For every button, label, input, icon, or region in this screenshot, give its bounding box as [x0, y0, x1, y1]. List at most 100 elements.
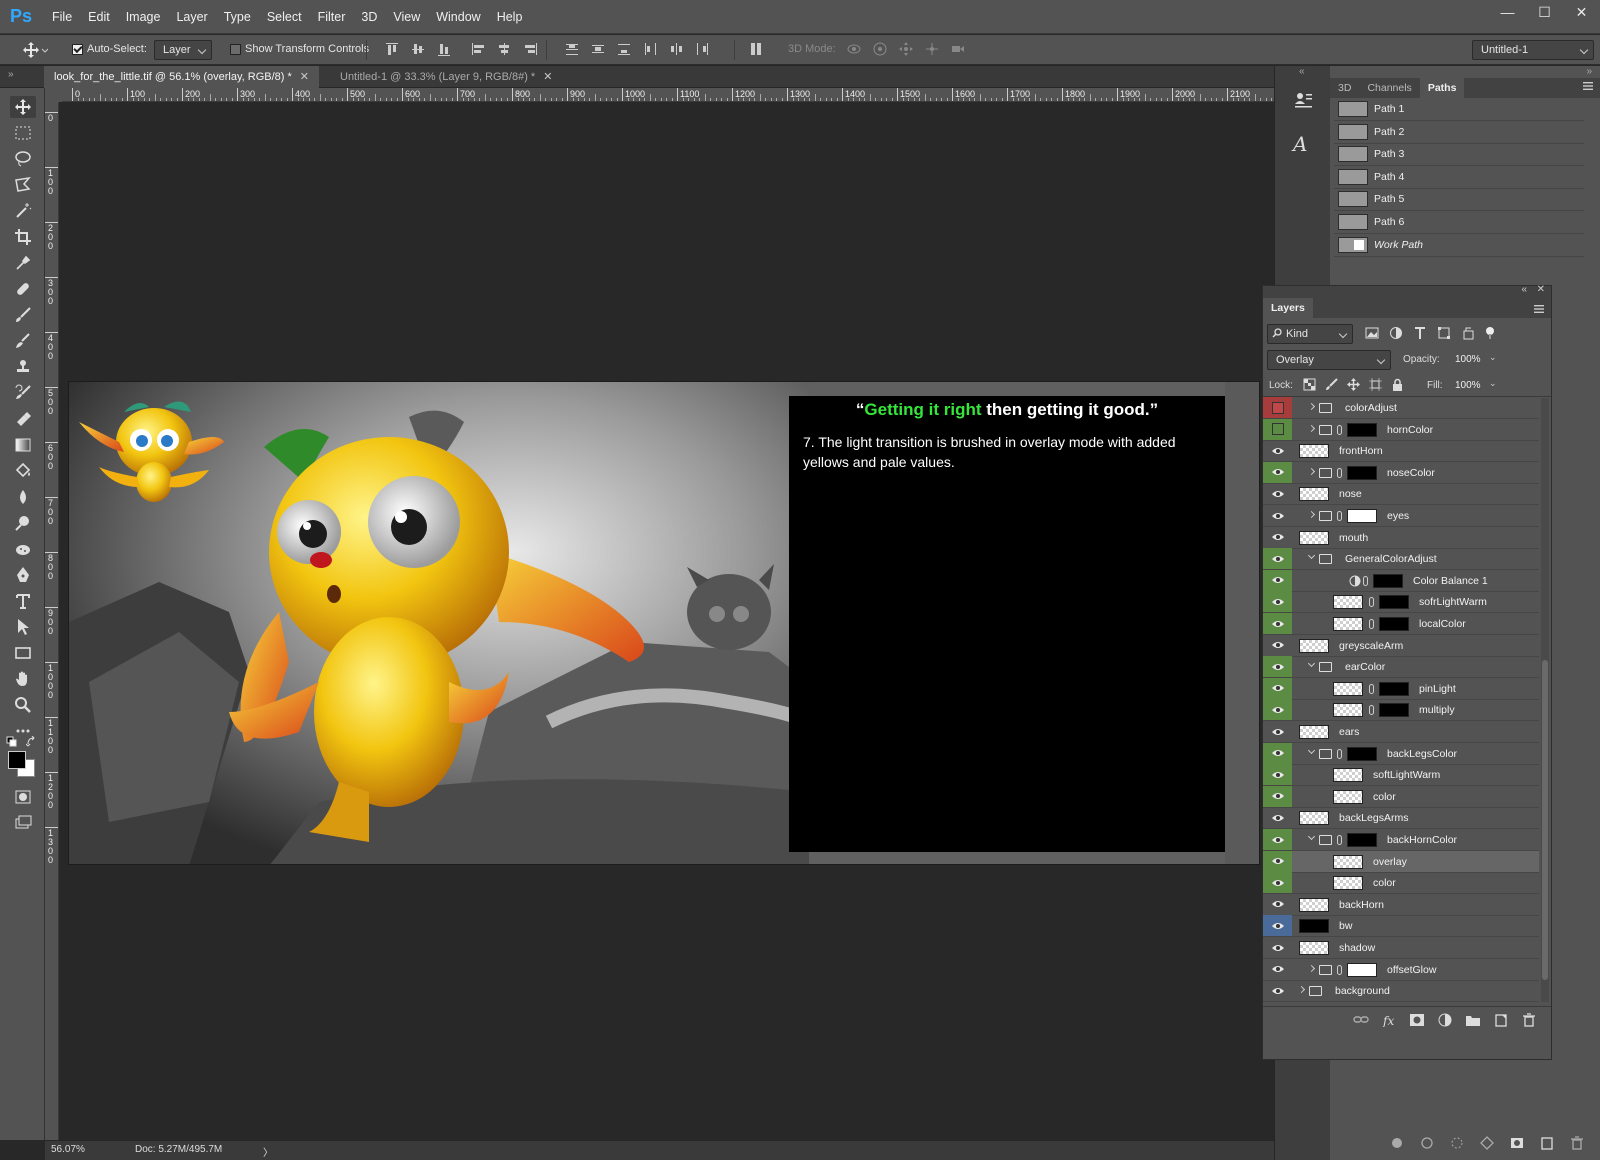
distribute-vcenter-icon[interactable] [590, 41, 606, 57]
expand-chevron-icon[interactable] [1307, 832, 1316, 841]
tab-channels[interactable]: Channels [1359, 78, 1419, 98]
shape-filter-icon[interactable] [1437, 326, 1451, 340]
layer-mask-thumbnail[interactable] [1347, 465, 1377, 480]
distribute-top-icon[interactable] [564, 41, 580, 57]
status-menu-arrow[interactable]: 〉 [263, 1144, 273, 1159]
layer-visibility-toggle[interactable] [1263, 872, 1292, 894]
layer-visibility-toggle[interactable] [1263, 937, 1292, 958]
delete-path-icon[interactable] [1570, 1136, 1584, 1150]
fill-path-icon[interactable] [1390, 1136, 1404, 1150]
zoom-level[interactable]: 56.07% [51, 1144, 85, 1155]
collapsed-chevron-icon[interactable] [1307, 424, 1316, 432]
collapsed-chevron-icon[interactable] [1307, 964, 1316, 972]
expand-chevron-icon[interactable] [1307, 552, 1316, 560]
show-transform-checkbox[interactable]: Show Transform Controls [230, 43, 369, 55]
layer-row[interactable]: softLightWarm [1263, 764, 1539, 787]
menu-image[interactable]: Image [118, 0, 169, 34]
menu-type[interactable]: Type [216, 0, 259, 34]
hand-tool[interactable] [10, 668, 36, 690]
layer-visibility-toggle[interactable] [1263, 505, 1292, 526]
layer-row[interactable]: GeneralColorAdjust [1263, 548, 1539, 571]
layer-mask-thumbnail[interactable] [1379, 681, 1409, 696]
clone-stamp-tool[interactable] [10, 356, 36, 378]
distribute-bottom-icon[interactable] [616, 41, 632, 57]
auto-select-check-icon[interactable] [72, 43, 83, 55]
screen-mode-button[interactable] [10, 812, 36, 834]
layer-mask-thumbnail[interactable] [1347, 833, 1377, 847]
layer-visibility-toggle[interactable] [1263, 418, 1292, 440]
mask-link-icon[interactable] [1337, 835, 1342, 845]
layer-row[interactable]: hornColor [1263, 418, 1539, 441]
mask-link-icon[interactable] [1363, 575, 1368, 586]
collapse-toolbar-icon[interactable]: » [8, 69, 14, 80]
layer-visibility-toggle[interactable] [1263, 677, 1292, 699]
layer-visibility-toggle[interactable] [1263, 440, 1292, 461]
close-tab-icon[interactable]: ✕ [300, 71, 309, 83]
layer-mask-thumbnail[interactable] [1379, 617, 1409, 631]
layer-row[interactable]: frontHorn [1263, 440, 1539, 463]
layer-row[interactable]: earColor [1263, 656, 1539, 679]
layer-visibility-toggle[interactable] [1263, 807, 1292, 828]
adjustment-layer-icon[interactable] [1437, 1013, 1453, 1027]
layer-row[interactable]: greyscaleArm [1263, 635, 1539, 657]
mask-link-icon[interactable] [1337, 748, 1342, 759]
sponge-tool[interactable] [10, 538, 36, 560]
layer-row[interactable]: color [1263, 785, 1539, 808]
layer-visibility-toggle[interactable] [1263, 850, 1292, 872]
layer-visibility-toggle[interactable] [1263, 764, 1292, 786]
close-panel-icon[interactable]: ✕ [1537, 284, 1545, 295]
filter-toggle-icon[interactable] [1485, 326, 1495, 340]
character-panel-icon[interactable]: A [1293, 132, 1307, 156]
mask-link-icon[interactable] [1337, 467, 1342, 478]
mask-link-icon[interactable] [1369, 705, 1374, 716]
menu-filter[interactable]: Filter [310, 0, 354, 34]
layer-visibility-toggle[interactable] [1263, 699, 1292, 721]
menu-select[interactable]: Select [259, 0, 310, 34]
workspace-dropdown[interactable]: Untitled-1 [1472, 40, 1594, 60]
mask-link-icon[interactable] [1337, 964, 1342, 975]
align-right-icon[interactable] [522, 41, 538, 57]
lock-all-icon[interactable] [1391, 378, 1404, 391]
layer-row[interactable]: localColor [1263, 613, 1539, 635]
layer-mask-thumbnail[interactable] [1347, 962, 1377, 977]
align-hcenter-icon[interactable] [496, 41, 512, 57]
paint-bucket-tool[interactable] [10, 460, 36, 482]
horizontal-ruler[interactable]: 0 100 200 300 400 500 600 700 800 900 1000 1100 1200… [62, 88, 1274, 102]
layer-visibility-toggle[interactable] [1263, 548, 1292, 570]
distribute-hcenter-icon[interactable] [668, 41, 684, 57]
delete-layer-icon[interactable] [1521, 1013, 1537, 1027]
layer-row[interactable]: multiply [1263, 699, 1539, 722]
collapse-dock-icon[interactable]: « [1299, 66, 1305, 77]
menu-view[interactable]: View [385, 0, 428, 34]
layer-row[interactable]: background [1263, 980, 1539, 1003]
path-row[interactable]: Path 4 [1334, 166, 1584, 189]
quick-mask-button[interactable] [10, 786, 36, 808]
layer-row[interactable]: backHorn [1263, 894, 1539, 916]
lasso-tool[interactable] [10, 148, 36, 170]
mask-link-icon[interactable] [1337, 424, 1342, 435]
menu-3d[interactable]: 3D [353, 0, 385, 34]
new-group-icon[interactable] [1465, 1013, 1481, 1027]
collapse-panel-icon[interactable]: « [1521, 284, 1527, 295]
history-brush-tool[interactable] [10, 382, 36, 404]
layer-visibility-toggle[interactable] [1263, 527, 1292, 548]
layer-mask-thumbnail[interactable] [1373, 573, 1403, 588]
swap-colors-icon[interactable] [26, 736, 38, 748]
move-tool[interactable] [10, 96, 36, 118]
tab-layers[interactable]: Layers [1263, 298, 1313, 318]
path-row[interactable]: Path 6 [1334, 211, 1584, 234]
pen-tool[interactable] [10, 564, 36, 586]
mask-link-icon[interactable] [1369, 683, 1374, 694]
layer-mask-thumbnail[interactable] [1379, 703, 1409, 718]
layer-mask-thumbnail[interactable] [1379, 595, 1409, 610]
vertical-ruler[interactable]: 0 1 0 0 2 0 0 3 0 0 4 0 0 5 0 0 6 0 0 7 0 0 8 0 … [45, 102, 59, 1140]
properties-panel-icon[interactable] [1293, 90, 1313, 110]
layer-row[interactable]: ears [1263, 721, 1539, 743]
menu-window[interactable]: Window [428, 0, 488, 34]
menu-help[interactable]: Help [489, 0, 531, 34]
layer-row[interactable]: sofrLightWarm [1263, 591, 1539, 614]
3d-rotate-icon[interactable] [846, 41, 862, 57]
layer-row[interactable]: offsetGlow [1263, 959, 1539, 981]
layer-row[interactable]: eyes [1263, 505, 1539, 527]
align-vcenter-icon[interactable] [410, 41, 426, 57]
